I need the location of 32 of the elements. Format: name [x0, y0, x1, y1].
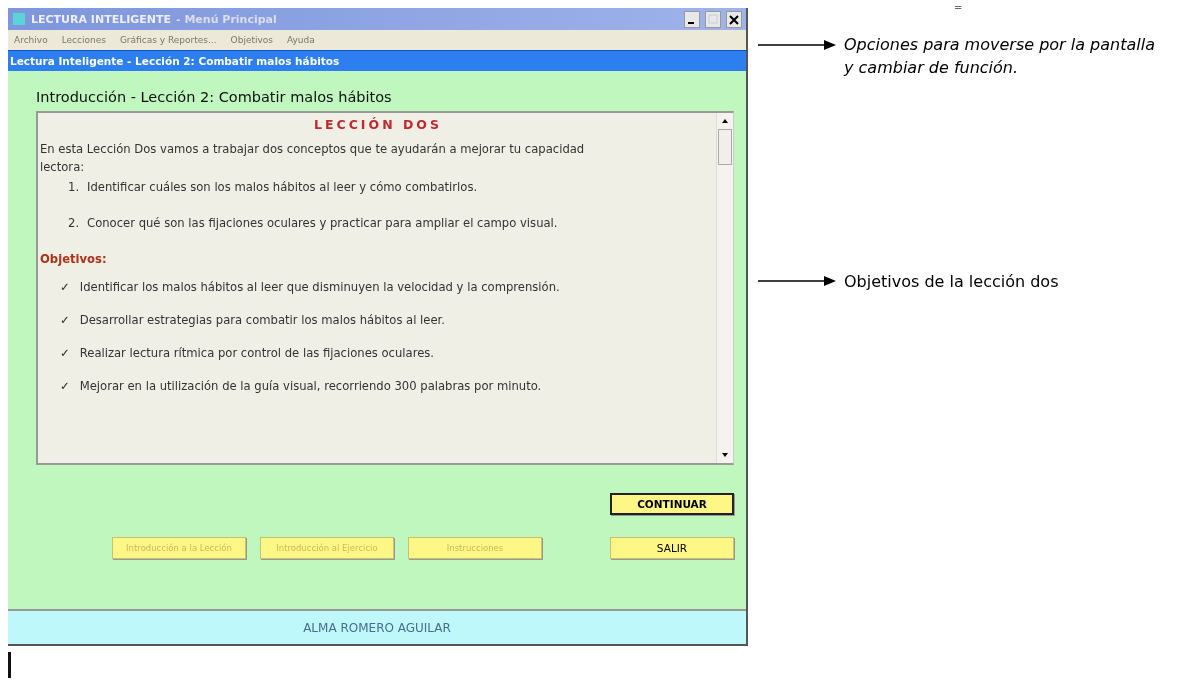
window-subtitle: - Menú Principal: [176, 12, 277, 26]
app-icon: [12, 12, 26, 26]
check-mark: ✓: [60, 346, 70, 360]
arrow-icon: [758, 275, 836, 287]
objective-text: Realizar lectura rítmica por control de las fijaciones oculares.: [79, 346, 434, 360]
scroll-thumb[interactable]: [718, 129, 732, 165]
step-text: Conocer qué son las fijaciones oculares y practicar para ampliar el campo visual.: [87, 216, 558, 230]
window-title: LECTURA INTELIGENTE: [31, 12, 172, 26]
objective-text: Desarrollar estrategias para combatir los malos hábitos al leer.: [79, 313, 445, 327]
check-mark: ✓: [60, 280, 70, 294]
stray-mark: =: [954, 2, 964, 13]
check-mark: ✓: [60, 379, 70, 393]
annotation-text: Opciones para moverse por la pantalla y cambiar de función.: [844, 34, 1156, 79]
intro-paragraph: En esta Lección Dos vamos a trabajar dos conceptos que te ayudarán a mejorar tu capacidad lectora:: [40, 141, 586, 176]
annotation-text: Objetivos de la lección dos: [844, 271, 1059, 293]
objective-text: Mejorar en la utilización de la guía visual, recorriendo 300 palabras por minuto.: [79, 379, 542, 393]
lesson-heading: Introducción - Lección 2: Combatir malos hábitos: [36, 89, 393, 105]
objective-text: Identificar los malos hábitos al leer que disminuyen la velocidad y la comprensión.: [79, 280, 560, 294]
step-number: 2.: [68, 216, 80, 230]
step-text: Identificar cuáles son los malos hábitos al leer y cómo combatirlos.: [87, 180, 478, 194]
check-mark: ✓: [60, 313, 70, 327]
section-title: Lectura Inteligente - Lección 2: Combatir malos hábitos: [10, 55, 340, 67]
button[interactable]: CONTINUAR: [610, 493, 734, 515]
lesson-title: LECCIÓN DOS: [314, 117, 442, 132]
button[interactable]: SALIR: [610, 537, 734, 559]
scrollbar[interactable]: [716, 113, 733, 463]
minimize-button[interactable]: [684, 10, 700, 28]
close-button[interactable]: [726, 10, 742, 28]
objectives-heading: Objetivos:: [40, 252, 108, 266]
author-name: ALMA ROMERO AGUILAR: [303, 620, 451, 635]
arrow-icon: [758, 39, 836, 51]
step-number: 1.: [68, 180, 80, 194]
